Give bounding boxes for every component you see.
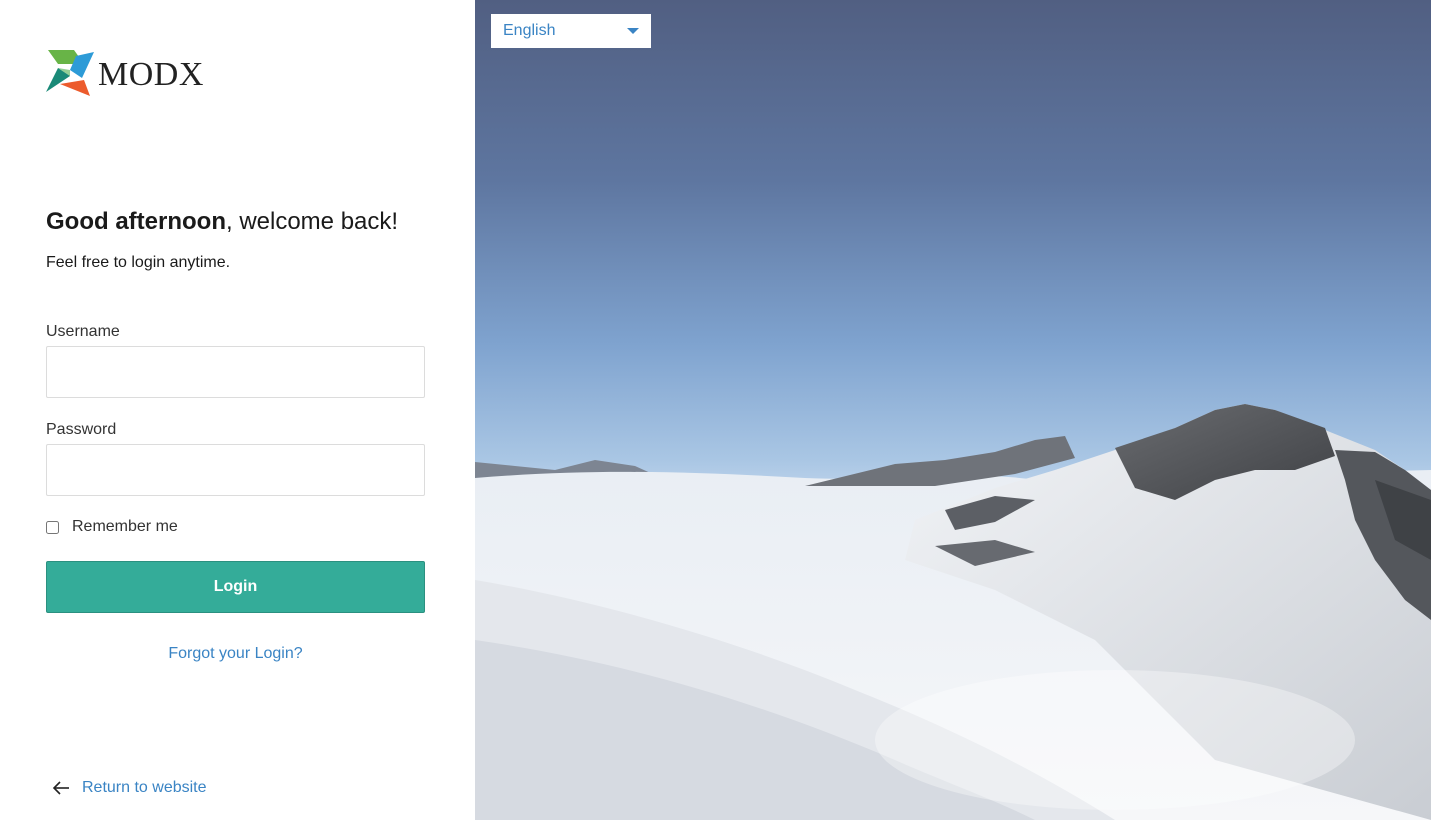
username-label: Username: [46, 323, 120, 340]
login-page: MODX Good afternoon, welcome back! Feel …: [0, 0, 1431, 820]
modx-logo-icon: [46, 50, 94, 96]
greeting-rest: , welcome back!: [225, 208, 399, 235]
password-label: Password: [46, 421, 117, 438]
username-input[interactable]: [46, 346, 425, 398]
language-select[interactable]: English: [491, 14, 651, 48]
arrow-left-icon: [52, 781, 69, 795]
password-input[interactable]: [46, 444, 425, 496]
login-panel: MODX Good afternoon, welcome back! Feel …: [0, 0, 475, 820]
mountain-landscape-image: [475, 404, 1431, 820]
forgot-login-link[interactable]: Forgot your Login?: [46, 645, 425, 663]
caret-down-icon: [627, 28, 639, 34]
login-button[interactable]: Login: [46, 561, 425, 613]
remember-me-label: Remember me: [72, 518, 178, 535]
greeting-strong: Good afternoon: [46, 208, 226, 235]
remember-me-checkbox[interactable]: [46, 520, 59, 534]
greeting-heading: Good afternoon, welcome back!: [46, 208, 398, 236]
remember-me[interactable]: Remember me: [46, 518, 178, 536]
brand-logo: MODX: [46, 48, 204, 98]
language-selected-value: English: [503, 22, 556, 39]
background-image: [475, 0, 1431, 820]
brand-name: MODX: [98, 56, 204, 93]
return-to-website-link[interactable]: Return to website: [52, 779, 207, 797]
return-to-website-label: Return to website: [82, 779, 207, 796]
greeting-subtitle: Feel free to login anytime.: [46, 254, 231, 271]
